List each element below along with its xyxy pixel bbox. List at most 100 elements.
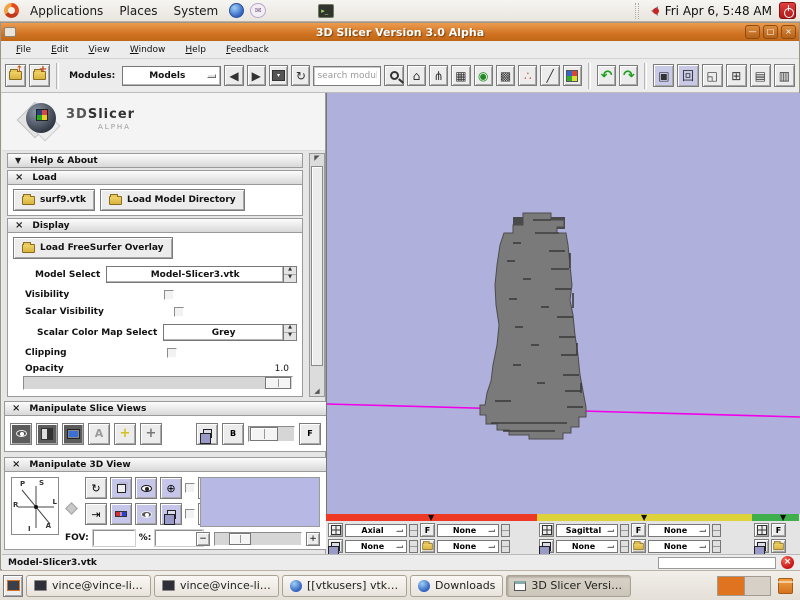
home-module-button[interactable]: ⌂: [407, 65, 426, 86]
zoom-slider-thumb[interactable]: [229, 533, 251, 545]
menu-file[interactable]: File: [7, 43, 40, 57]
close-section-icon[interactable]: ×: [12, 404, 20, 414]
module-panel-scrollbar[interactable]: ◤ ◢: [309, 153, 325, 397]
yellow-volume-spinner[interactable]: [712, 524, 721, 537]
taskbar-item-slicer[interactable]: 3D Slicer Version 3...: [506, 575, 631, 597]
menu-view[interactable]: View: [80, 43, 119, 57]
axis-orientation-widget[interactable]: P S R L I A: [11, 477, 59, 535]
opacity-slider-thumb[interactable]: [265, 377, 291, 389]
menu-edit[interactable]: Edit: [42, 43, 77, 57]
minimize-button[interactable]: —: [745, 25, 760, 39]
module-search-input[interactable]: [313, 66, 381, 86]
center-view-button[interactable]: ⊕: [160, 477, 182, 499]
rotate-view-button[interactable]: ↻: [85, 477, 107, 499]
red-fit-button[interactable]: F: [420, 523, 435, 537]
colors-module-button[interactable]: [563, 65, 582, 86]
close-section-icon[interactable]: ×: [12, 460, 20, 470]
yellow-label-dropdown[interactable]: None: [648, 540, 710, 553]
error-log-button[interactable]: ×: [781, 556, 794, 569]
center-diamond-icon[interactable]: [65, 502, 78, 515]
modules-dropdown[interactable]: Models: [122, 66, 221, 86]
fiducials-module-button[interactable]: ⋔: [429, 65, 448, 86]
transforms-module-button[interactable]: ▩: [496, 65, 515, 86]
stack-button[interactable]: [160, 503, 182, 525]
volume-muted-icon[interactable]: [646, 6, 658, 16]
fit-slices-button[interactable]: F: [299, 423, 321, 445]
measurements-module-button[interactable]: ╱: [540, 65, 559, 86]
close-section-icon[interactable]: ×: [15, 221, 23, 231]
layout-grid-button[interactable]: ⊞: [726, 64, 747, 87]
red-label-spinner[interactable]: [501, 540, 510, 553]
layout-compare-button[interactable]: ▥: [774, 64, 795, 87]
module-back-button[interactable]: ◀: [224, 65, 243, 86]
slice-layout-button[interactable]: [36, 423, 58, 445]
compositing-button[interactable]: [196, 423, 218, 445]
red-orientation-dropdown[interactable]: Axial: [345, 524, 407, 537]
visibility-3d-button[interactable]: [135, 503, 157, 525]
stereo-glasses-button[interactable]: [110, 503, 132, 525]
module-refresh-button[interactable]: ↻: [291, 65, 310, 86]
search-button[interactable]: [384, 65, 403, 86]
power-button[interactable]: [779, 2, 796, 19]
background-color-swatch[interactable]: [200, 477, 320, 527]
module-history-button[interactable]: ▾: [269, 65, 288, 86]
red-orientation-spinner[interactable]: [409, 524, 418, 537]
undo-button[interactable]: ↶: [597, 65, 616, 86]
red-slice-bar[interactable]: ▼: [326, 514, 537, 521]
look-from-button[interactable]: [135, 477, 157, 499]
yellow-slice-link-button[interactable]: [539, 523, 554, 537]
load-freesurfer-overlay-button[interactable]: Load FreeSurfer Overlay: [13, 237, 173, 259]
yellow-orientation-spinner[interactable]: [620, 524, 629, 537]
colormap-spinner[interactable]: ▲▼: [284, 324, 297, 341]
layout-tabbed-button[interactable]: ▤: [750, 64, 771, 87]
workspace-1[interactable]: [718, 577, 744, 595]
roi-module-button[interactable]: ◉: [474, 65, 493, 86]
scroll-up-icon[interactable]: ◤: [312, 154, 322, 163]
taskbar-item-terminal-1[interactable]: vince@vince-linux:...: [26, 575, 151, 597]
mail-launcher-icon[interactable]: ✉: [250, 3, 266, 18]
yellow-layers-button[interactable]: [539, 539, 554, 553]
yellow-volume-dropdown[interactable]: None: [648, 524, 710, 537]
help-about-header[interactable]: ▼ Help & About: [7, 153, 303, 168]
viewport-3d[interactable]: [326, 93, 800, 514]
menu-system[interactable]: System: [168, 2, 223, 20]
load-model-directory-button[interactable]: Load Model Directory: [100, 189, 245, 211]
model-3d[interactable]: [327, 93, 800, 514]
red-label-dropdown[interactable]: None: [437, 540, 499, 553]
workspace-2[interactable]: [744, 577, 770, 595]
close-button[interactable]: ×: [781, 25, 796, 39]
layout-conventional-button[interactable]: ▣: [653, 64, 674, 87]
volumes-module-button[interactable]: ▦: [451, 65, 470, 86]
scalar-visibility-checkbox[interactable]: [174, 307, 184, 317]
load-scene-button[interactable]: [5, 64, 26, 87]
green-fit-button[interactable]: F: [771, 523, 786, 537]
navigation-cube-button[interactable]: [110, 477, 132, 499]
display-section-header[interactable]: × Display: [7, 218, 303, 233]
taskbar-item-vtkusers[interactable]: [[vtkusers] vtkAct...: [282, 575, 407, 597]
crosshair-button[interactable]: +: [114, 423, 136, 445]
taskbar-item-downloads[interactable]: Downloads: [410, 575, 503, 597]
menu-feedback[interactable]: Feedback: [217, 43, 278, 57]
scrollbar-thumb[interactable]: [311, 166, 323, 366]
red-bg-dropdown[interactable]: None: [345, 540, 407, 553]
redo-button[interactable]: ↷: [619, 65, 638, 86]
error-log-field[interactable]: [658, 557, 776, 569]
zoom-slider[interactable]: [214, 532, 302, 546]
fiducial-list-button[interactable]: ∴: [518, 65, 537, 86]
yellow-label-button[interactable]: [631, 539, 646, 553]
colormap-dropdown[interactable]: Grey: [163, 324, 284, 341]
menu-places[interactable]: Places: [114, 2, 162, 20]
load-surf-button[interactable]: surf9.vtk: [13, 189, 95, 211]
green-layers-button[interactable]: [754, 539, 769, 553]
slice-visibility-button[interactable]: [10, 423, 32, 445]
zoom-in-button[interactable]: +: [306, 532, 320, 546]
menu-help[interactable]: Help: [176, 43, 215, 57]
collapse-triangle-icon[interactable]: ▼: [428, 513, 434, 522]
collapse-triangle-icon[interactable]: ▼: [641, 513, 647, 522]
browser-launcher-icon[interactable]: [229, 3, 244, 18]
trash-icon[interactable]: [778, 578, 793, 594]
green-slice-link-button[interactable]: [754, 523, 769, 537]
slice-screen-button[interactable]: [62, 423, 84, 445]
yellow-slice-bar[interactable]: ▼: [537, 514, 752, 521]
yellow-bg-spinner[interactable]: [620, 540, 629, 553]
